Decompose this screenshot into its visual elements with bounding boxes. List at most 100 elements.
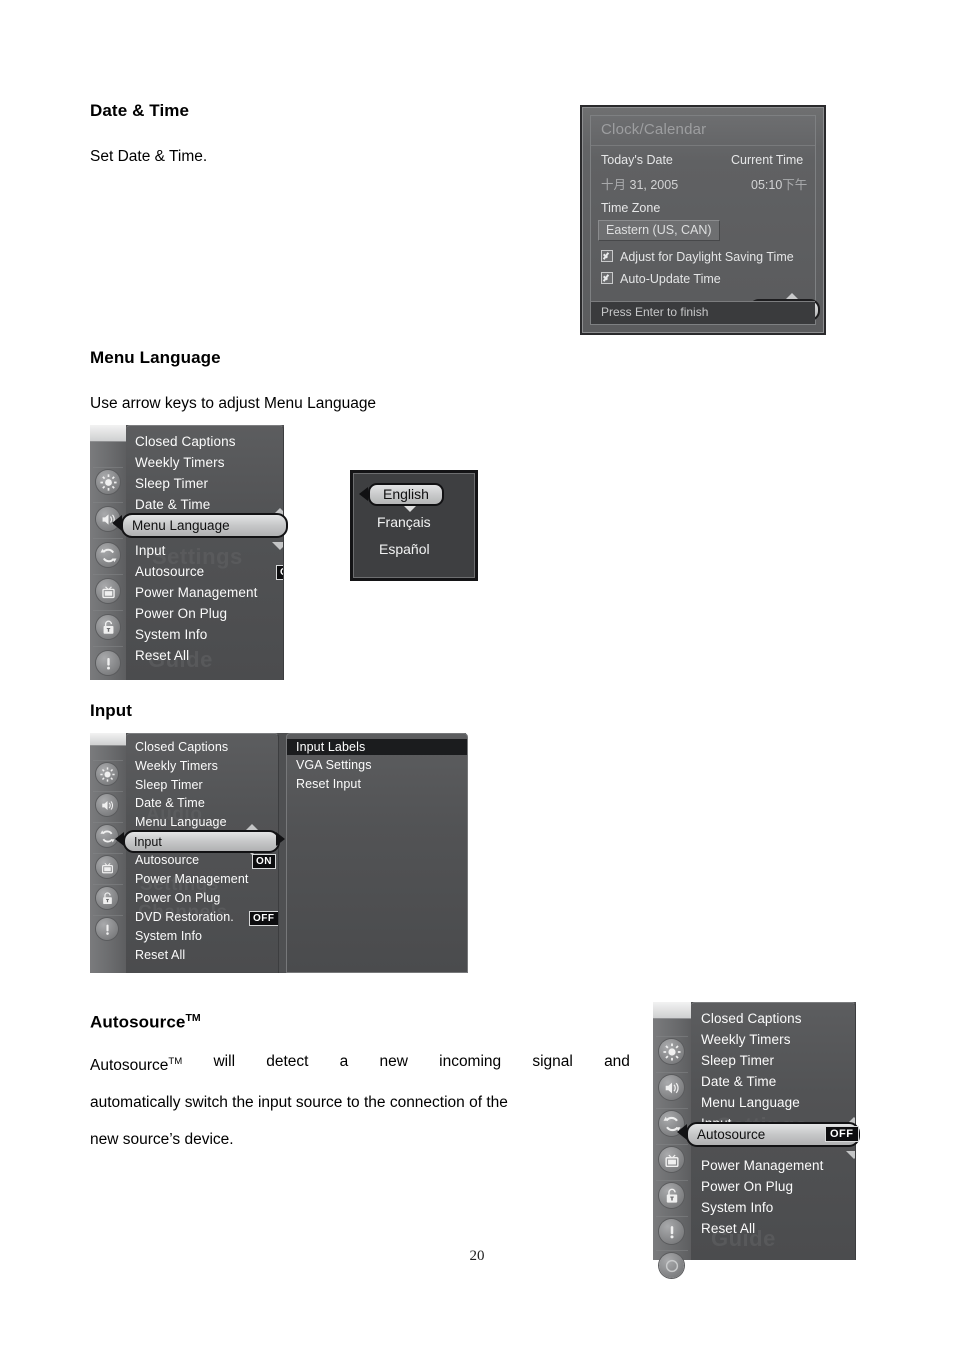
menu-item-autosource[interactable]: Autosource xyxy=(135,564,204,579)
audio-icon[interactable] xyxy=(96,794,118,816)
submenu-item-vga-settings[interactable]: VGA Settings xyxy=(296,758,372,772)
language-scroll-down-caret xyxy=(404,506,416,512)
w-new: new xyxy=(379,1053,408,1070)
submenu-item-input-labels[interactable]: Input Labels xyxy=(287,739,467,755)
menu-item-sleep-timer[interactable]: Sleep Timer xyxy=(135,778,203,792)
rail-separator xyxy=(93,791,123,792)
channels-icon-glyph xyxy=(101,585,115,598)
rail-separator xyxy=(93,574,123,575)
parental-lock-icon[interactable] xyxy=(96,887,118,909)
parental-lock-icon[interactable] xyxy=(659,1183,684,1208)
menu-item-power-on-plug[interactable]: Power On Plug xyxy=(701,1179,793,1194)
parental-lock-icon-glyph xyxy=(102,891,112,904)
autosource-badge: OFF xyxy=(276,565,283,580)
rail-separator xyxy=(93,610,123,611)
language-popup: English Français Español xyxy=(350,470,478,581)
heading-input: Input xyxy=(90,701,133,720)
menu-item-closed-captions[interactable]: Closed Captions xyxy=(701,1011,802,1026)
menu-item-weekly-timers[interactable]: Weekly Timers xyxy=(135,759,218,773)
autosource-badge: ON xyxy=(252,854,276,869)
menu-item-reset-all[interactable]: Reset All xyxy=(135,948,185,962)
daylight-saving-checkbox-row[interactable]: Adjust for Daylight Saving Time xyxy=(601,250,794,264)
extra-icon[interactable] xyxy=(659,1253,684,1278)
daylight-saving-checkbox[interactable] xyxy=(601,250,613,262)
menu-item-power-management[interactable]: Power Management xyxy=(135,872,248,886)
daylight-saving-label: Adjust for Daylight Saving Time xyxy=(620,250,794,264)
menu-item-sleep-timer[interactable]: Sleep Timer xyxy=(701,1053,774,1068)
menu-item-date-time[interactable]: Date & Time xyxy=(135,497,210,512)
info-icon[interactable] xyxy=(659,1219,684,1244)
menu-item-closed-captions[interactable]: Closed Captions xyxy=(135,434,236,449)
input-screenshot: Audio Settings Channels Closed Captions … xyxy=(90,733,468,973)
menu-item-weekly-timers[interactable]: Weekly Timers xyxy=(701,1032,791,1047)
submenu-item-reset-input[interactable]: Reset Input xyxy=(296,777,361,791)
channels-icon[interactable] xyxy=(96,579,120,603)
info-icon-glyph xyxy=(669,1225,674,1238)
audio-icon[interactable] xyxy=(659,1075,684,1100)
auto-update-checkbox[interactable] xyxy=(601,272,613,284)
menu-item-system-info[interactable]: System Info xyxy=(135,929,202,943)
picture-icon[interactable] xyxy=(659,1039,684,1064)
menu-item-closed-captions[interactable]: Closed Captions xyxy=(135,740,228,754)
menu-item-input[interactable]: Input xyxy=(135,543,166,558)
body-autosource: AutosourceTM will detect a new incoming … xyxy=(90,1043,630,1158)
input-submenu: Input Labels VGA Settings Reset Input xyxy=(286,733,468,973)
todays-date-value[interactable]: 十月 31, 2005 xyxy=(601,174,678,193)
menu-item-sleep-timer[interactable]: Sleep Timer xyxy=(135,476,208,491)
audio-icon-glyph xyxy=(665,1082,679,1093)
menu-item-date-time[interactable]: Date & Time xyxy=(701,1074,776,1089)
channels-icon[interactable] xyxy=(659,1147,684,1172)
picture-icon[interactable] xyxy=(96,470,120,494)
menu-item-power-on-plug[interactable]: Power On Plug xyxy=(135,891,220,905)
info-icon[interactable] xyxy=(96,918,118,940)
settings-icon[interactable] xyxy=(96,543,120,567)
menu-item-dvd-restoration[interactable]: DVD Restoration. xyxy=(135,910,234,924)
selected-menu-item[interactable]: Menu Language xyxy=(121,513,288,538)
picture-icon-glyph xyxy=(99,473,117,491)
menu-item-menu-language[interactable]: Menu Language xyxy=(135,815,227,829)
rail-top-tab xyxy=(90,733,126,746)
menu-item-power-on-plug[interactable]: Power On Plug xyxy=(135,606,227,621)
menu-item-weekly-timers[interactable]: Weekly Timers xyxy=(135,455,225,470)
todays-date-daymonth: 31, 2005 xyxy=(626,178,679,192)
clock-calendar-title: Clock/Calendar xyxy=(601,121,707,138)
menu-item-system-info[interactable]: System Info xyxy=(701,1200,773,1215)
audio-icon-glyph xyxy=(101,800,113,810)
clock-footer-hint: Press Enter to finish xyxy=(601,305,709,319)
heading-autosource: AutosourceTM xyxy=(90,1012,201,1033)
trademark-symbol-inline: TM xyxy=(168,1056,183,1067)
language-option-francais[interactable]: Français xyxy=(377,514,431,530)
parental-lock-icon[interactable] xyxy=(96,615,120,639)
current-time-meridiem-cjk: 下午 xyxy=(782,178,808,192)
picture-icon[interactable] xyxy=(96,763,118,785)
info-icon[interactable] xyxy=(96,651,120,675)
current-time-digits: 05:10 xyxy=(751,178,783,192)
w-and: and xyxy=(604,1053,630,1070)
auto-update-checkbox-row[interactable]: Auto-Update Time xyxy=(601,272,721,286)
menu-item-reset-all[interactable]: Reset All xyxy=(701,1221,755,1236)
channels-icon[interactable] xyxy=(96,856,118,878)
w-will: will xyxy=(213,1053,236,1070)
selected-menu-item[interactable]: Input xyxy=(123,830,280,853)
menu-item-reset-all[interactable]: Reset All xyxy=(135,648,189,663)
language-option-english[interactable]: English xyxy=(368,483,444,506)
selected-menu-item-label: Input xyxy=(134,834,162,849)
body-menu-language: Use arrow keys to adjust Menu Language xyxy=(90,395,377,412)
scroll-down-arrow[interactable] xyxy=(846,1151,855,1159)
current-time-value[interactable]: 05:10下午 xyxy=(751,174,807,193)
body-date-time: Set Date & Time. xyxy=(90,148,208,165)
language-option-espanol[interactable]: Español xyxy=(379,541,430,557)
trademark-symbol: TM xyxy=(185,1012,201,1024)
heading-menu-language: Menu Language xyxy=(90,348,221,367)
menu-item-menu-language[interactable]: Menu Language xyxy=(701,1095,800,1110)
todays-date-month-cjk: 十月 xyxy=(601,178,627,192)
autosource-screenshot: Settings Guide Closed Captions Weekly Ti… xyxy=(653,1002,860,1278)
time-zone-select[interactable]: Eastern (US, CAN) xyxy=(598,220,720,241)
scroll-down-arrow[interactable] xyxy=(272,542,283,550)
menu-item-system-info[interactable]: System Info xyxy=(135,627,207,642)
rail-separator xyxy=(93,853,123,854)
menu-item-date-time[interactable]: Date & Time xyxy=(135,796,205,810)
menu-item-power-management[interactable]: Power Management xyxy=(135,585,257,600)
menu-item-autosource[interactable]: Autosource xyxy=(135,853,199,867)
menu-item-power-management[interactable]: Power Management xyxy=(701,1158,823,1173)
